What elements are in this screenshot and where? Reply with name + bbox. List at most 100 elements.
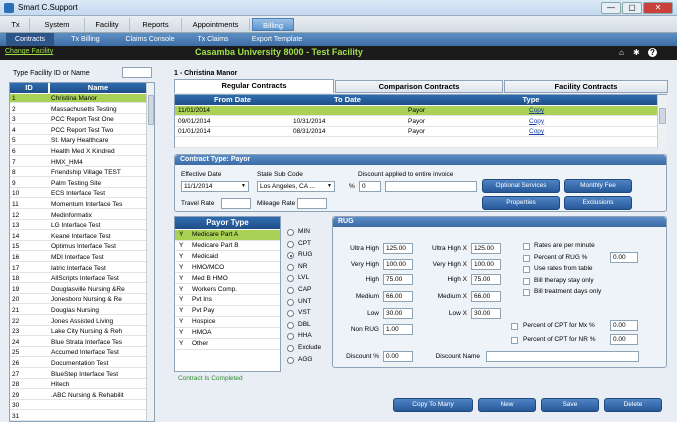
facility-row[interactable]: 23 Lake City Nursing & Reh (10, 327, 146, 337)
monthly-fee-button[interactable]: Monthly Fee (564, 179, 632, 193)
scroll-thumb[interactable] (659, 108, 666, 124)
facility-row[interactable]: 14 Keane Interface Test (10, 232, 146, 241)
rug-option-checkbox[interactable] (523, 266, 530, 273)
rate-type-radio[interactable] (287, 345, 294, 352)
rug-rate-field[interactable]: 66.00 (383, 291, 413, 302)
delete-button[interactable]: Delete (604, 398, 662, 412)
facility-row[interactable]: 11 Momentum Interface Tes (10, 200, 146, 210)
payor-row[interactable]: Y Workers Comp. (175, 285, 280, 295)
optional-services-button[interactable]: Optional Services (482, 179, 560, 193)
copy-to-many-button[interactable]: Copy To Many (393, 398, 473, 412)
close-window-button[interactable]: ✕ (643, 2, 673, 14)
submenu-contracts[interactable]: Contracts (6, 33, 54, 46)
payor-row[interactable]: Y Pvt Ins (175, 295, 280, 306)
rate-type-radio[interactable] (287, 263, 294, 271)
rug-x-rate-field[interactable]: 30.00 (471, 308, 501, 319)
cpt-nr-checkbox[interactable] (511, 337, 518, 344)
payor-row[interactable]: Y Other (175, 339, 280, 350)
facility-row[interactable]: 18 AllScripts Interface Test (10, 274, 146, 284)
facility-row[interactable]: 28 Hitech (10, 380, 146, 390)
contract-row[interactable]: 11/01/2014 Payor Copy (175, 106, 657, 116)
change-facility-link[interactable]: Change Facility (5, 48, 53, 55)
contract-row[interactable]: 01/01/2014 08/31/2014 Payor Copy (175, 127, 657, 137)
rug-option-checkbox[interactable] (523, 289, 530, 296)
chevron-down-icon[interactable]: ▼ (241, 183, 246, 189)
rate-type-radio[interactable] (287, 240, 294, 248)
menu-facility[interactable]: Facility (85, 18, 130, 31)
menu-system[interactable]: System (30, 18, 85, 31)
rug-x-rate-field[interactable]: 100.00 (471, 259, 501, 270)
discount-percent-field[interactable]: 0 (359, 181, 381, 192)
rug-rate-field[interactable]: 125.00 (383, 243, 413, 254)
payor-row[interactable]: Y HMO/MCO (175, 263, 280, 274)
facility-row[interactable]: 1 Christina Manor (10, 94, 146, 104)
submenu-tx-billing[interactable]: Tx Billing (58, 33, 113, 46)
rug-option-checkbox[interactable] (523, 277, 530, 285)
mileage-rate-field[interactable] (297, 198, 327, 209)
new-button[interactable]: New (478, 398, 536, 412)
facility-row[interactable]: 31 (10, 412, 146, 421)
rate-type-radio[interactable] (287, 287, 294, 294)
payor-row[interactable]: Y Medicare Part B (175, 241, 280, 252)
facility-row[interactable]: 16 MDI Interface Test (10, 253, 146, 263)
search-input[interactable] (122, 67, 152, 78)
payor-row[interactable]: Y Hospice (175, 317, 280, 328)
facility-row[interactable]: 30 (10, 401, 146, 411)
facility-row[interactable]: 26 Documentation Test (10, 359, 146, 369)
payor-row[interactable]: Y Medicaid (175, 252, 280, 263)
facility-row[interactable]: 21 Douglas Nursing (10, 306, 146, 316)
facility-row[interactable]: 9 Palm Testing Site (10, 179, 146, 188)
cpt-nr-field[interactable]: 0.00 (610, 334, 638, 345)
rug-rate-field[interactable]: 75.00 (383, 274, 413, 285)
payor-row[interactable]: Y HMOA (175, 328, 280, 339)
tab-facility-contracts[interactable]: Facility Contracts (504, 80, 668, 93)
submenu-export-template[interactable]: Export Template (244, 33, 310, 46)
facility-list-scrollbar[interactable] (146, 83, 154, 421)
rug-rate-field[interactable]: 100.00 (383, 259, 413, 270)
contract-row[interactable]: 09/01/2014 10/31/2014 Payor Copy (175, 117, 657, 127)
discount-name-field[interactable] (486, 351, 639, 362)
discount-field[interactable]: 0.00 (383, 351, 413, 362)
rate-type-radio[interactable] (287, 298, 294, 306)
minimize-button[interactable]: — (601, 2, 621, 14)
power-icon[interactable]: ✱ (633, 48, 640, 57)
facility-row[interactable]: 2 Massachusetts Testing (10, 105, 146, 114)
cpt-mx-field[interactable]: 0.00 (610, 320, 638, 331)
contract-row[interactable] (175, 138, 657, 148)
facility-row[interactable]: 20 Jonesboro Nursing & Re (10, 295, 146, 305)
state-sub-code-select[interactable]: Los Angeles, CA ... (257, 181, 335, 192)
rug-rate-field[interactable]: 1.00 (383, 324, 413, 335)
facility-row[interactable]: 17 Iatric Interface Test (10, 264, 146, 273)
facility-row[interactable]: 27 BlueStep Interface Test (10, 370, 146, 379)
submenu-tx-claims[interactable]: Tx Claims (186, 33, 240, 46)
properties-button[interactable]: Properties (482, 196, 560, 210)
travel-rate-field[interactable] (221, 198, 251, 209)
facility-row[interactable]: 19 Douglasville Nursing &Re (10, 285, 146, 294)
discount-extra-field[interactable] (385, 181, 477, 192)
rug-x-rate-field[interactable]: 125.00 (471, 243, 501, 254)
exclusions-button[interactable]: Exclusions (564, 196, 632, 210)
rate-type-radio[interactable] (287, 229, 294, 236)
facility-row[interactable]: 7 HMX_HM4 (10, 158, 146, 167)
payor-row[interactable]: Y Pvt Pay (175, 306, 280, 317)
help-icon[interactable]: ? (648, 48, 657, 57)
facility-row[interactable]: 4 PCC Report Test Two (10, 126, 146, 135)
tab-regular-contracts[interactable]: Regular Contracts (174, 79, 334, 93)
rate-type-radio[interactable] (287, 356, 294, 364)
menu-billing[interactable]: Billing (252, 18, 294, 31)
facility-row[interactable]: 8 Friendship Village TEST (10, 168, 146, 178)
payor-row[interactable]: Y Med B HMO (175, 274, 280, 285)
payor-row[interactable]: Y Medicare Part A (175, 230, 280, 241)
facility-row[interactable]: 5 St. Mary Healthcare (10, 136, 146, 146)
menu-appointments[interactable]: Appointments (182, 18, 250, 31)
facility-row[interactable]: 29 .ABC Nursing & Rehabilit (10, 391, 146, 400)
maximize-button[interactable]: ▢ (622, 2, 642, 14)
facility-row[interactable]: 10 ECS Interface Test (10, 189, 146, 199)
rug-option-checkbox[interactable] (523, 243, 530, 250)
copy-link[interactable]: Copy (529, 127, 544, 137)
copy-link[interactable]: Copy (529, 117, 544, 127)
rug-x-rate-field[interactable]: 75.00 (471, 274, 501, 285)
submenu-claims-console[interactable]: Claims Console (118, 33, 182, 46)
scroll-thumb[interactable] (148, 95, 154, 125)
contracts-scrollbar[interactable] (657, 95, 667, 148)
